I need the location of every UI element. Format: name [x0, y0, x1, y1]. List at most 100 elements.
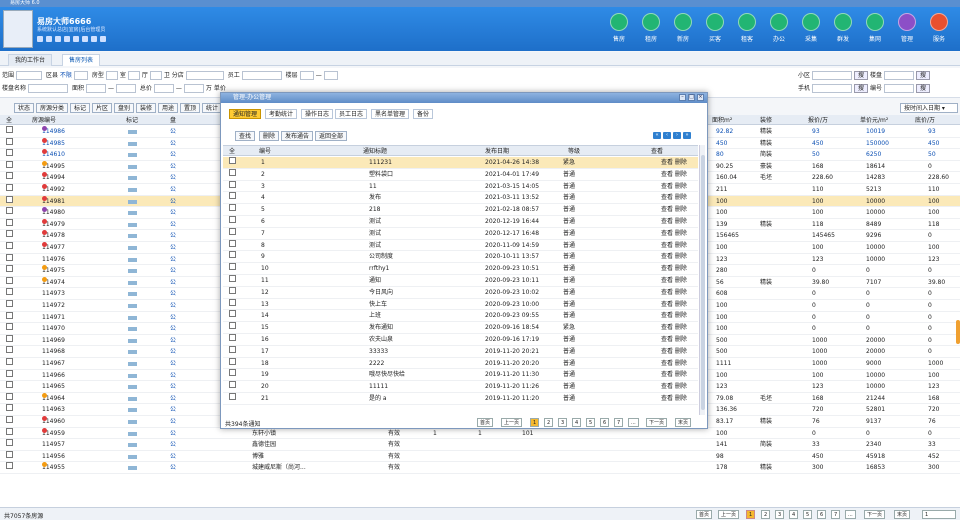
notice-checkbox[interactable]	[229, 369, 236, 377]
floor-max[interactable]	[323, 71, 338, 80]
row-checkbox[interactable]	[6, 184, 13, 191]
notice-checkbox[interactable]	[229, 263, 236, 271]
minimize-icon[interactable]: –	[679, 94, 686, 101]
notice-checkbox[interactable]	[229, 357, 236, 365]
price-min[interactable]	[153, 84, 174, 93]
row-checkbox[interactable]	[6, 265, 13, 273]
user-tool-icon[interactable]	[73, 36, 79, 42]
dialog-pager-button[interactable]: 6	[600, 418, 610, 427]
toolbar-button[interactable]: 房源分类	[36, 103, 69, 113]
notice-row[interactable]: 18 2222 2019-11-20 20:20 普通 查看 删除	[223, 357, 698, 370]
dialog-tab[interactable]: 员工日志	[335, 109, 368, 119]
dialog-pager-button[interactable]: 5	[586, 418, 596, 427]
row-checkbox[interactable]	[6, 195, 13, 203]
row-checkbox[interactable]	[6, 427, 13, 435]
toolbar-button[interactable]: 装修	[136, 103, 157, 113]
pager-button[interactable]: 1	[746, 510, 756, 519]
notice-row[interactable]: 16 农夫山泉 2020-09-16 17:19 普通 查看 删除	[223, 334, 698, 346]
nav-service[interactable]: 服务	[924, 11, 954, 43]
listing-id[interactable]: 114955	[42, 462, 65, 473]
user-tool-icon[interactable]	[46, 36, 52, 42]
notice-checkbox[interactable]	[229, 168, 236, 176]
nav-office[interactable]: 办公	[764, 11, 794, 43]
listing-id[interactable]: 114971	[42, 312, 65, 323]
user-tool-icon[interactable]	[55, 36, 61, 42]
listing-id[interactable]: 114972	[42, 300, 65, 311]
notice-actions[interactable]: 查看 删除	[661, 358, 687, 369]
toolbar-button[interactable]: 标记	[70, 103, 91, 113]
room-input[interactable]	[105, 71, 118, 80]
notice-actions[interactable]: 查看 删除	[661, 216, 687, 227]
row-checkbox[interactable]	[6, 404, 13, 412]
row-checkbox[interactable]	[6, 137, 13, 145]
table-row[interactable]: 114957 公 141 简装 33 2340 33	[0, 439, 960, 451]
toolbar-button[interactable]: 置顶	[180, 103, 201, 113]
notice-row[interactable]: 12 今日风向 2020-09-23 10:02 普通 查看 删除	[223, 286, 698, 299]
grid-column-header[interactable]: 装修	[760, 115, 772, 126]
nav-tenant[interactable]: 租客	[732, 11, 762, 43]
row-checkbox[interactable]	[6, 253, 13, 261]
scope-input[interactable]	[16, 71, 43, 80]
notice-actions[interactable]: 查看 删除	[661, 263, 687, 274]
notice-actions[interactable]: 查看 删除	[661, 287, 687, 298]
listing-id[interactable]: 114976	[42, 254, 65, 265]
notice-checkbox[interactable]	[229, 310, 236, 318]
listing-id[interactable]: 114966	[42, 370, 65, 381]
sort-select[interactable]: 按时间入日期 ▾	[900, 103, 958, 113]
notice-checkbox[interactable]	[229, 227, 236, 235]
pager-button[interactable]: 下一页	[864, 510, 886, 519]
notice-actions[interactable]: 查看 删除	[661, 393, 687, 404]
toolbar-button[interactable]: 盘别	[114, 103, 135, 113]
notice-row[interactable]: 21 是的 a 2019-11-20 11:20 普通 查看 删除	[223, 393, 698, 405]
dialog-pager-button[interactable]: 4	[572, 418, 582, 427]
notice-row[interactable]: 7 测试 2020-12-17 16:48 普通 查看 删除	[223, 227, 698, 240]
user-tool-icon[interactable]	[100, 36, 106, 42]
dialog-pager-button[interactable]: 首页	[477, 418, 494, 427]
row-checkbox[interactable]	[6, 149, 13, 157]
notice-checkbox[interactable]	[229, 393, 236, 400]
notice-checkbox[interactable]	[229, 204, 236, 212]
listing-id[interactable]: 114973	[42, 288, 65, 299]
dialog-tab[interactable]: 通知管理	[229, 109, 262, 119]
grid-column-header[interactable]: 底价/万	[915, 115, 935, 126]
row-checkbox[interactable]	[6, 242, 13, 249]
first-page-icon[interactable]: «	[653, 132, 661, 139]
pager-button[interactable]: 6	[817, 510, 827, 519]
toolbar-button[interactable]: 状态	[14, 103, 35, 113]
listing-id[interactable]: 114980	[42, 207, 65, 218]
code-search-button[interactable]: 搜	[915, 84, 930, 93]
last-page-icon[interactable]: »	[683, 132, 691, 139]
listing-id[interactable]: 114975	[42, 265, 65, 276]
pager-button[interactable]: 3	[775, 510, 785, 519]
notice-column-header[interactable]: 通知标题	[363, 146, 387, 157]
toolbar-button[interactable]: 统计	[202, 103, 223, 113]
tab-workbench[interactable]: 我的工作台	[8, 54, 53, 66]
pager-button[interactable]: 首页	[696, 510, 713, 519]
dialog-pager-button[interactable]: 2	[544, 418, 554, 427]
notice-checkbox[interactable]	[229, 239, 236, 247]
listing-id[interactable]: 114977	[42, 242, 65, 253]
dialog-pager-button[interactable]: 上一页	[501, 418, 523, 427]
notice-checkbox[interactable]	[229, 286, 236, 294]
pager-button[interactable]: ...	[845, 510, 856, 519]
dialog-tab[interactable]: 备份	[413, 109, 434, 119]
notice-row[interactable]: 15 发布通知 2020-09-16 18:54 紧急 查看 删除	[223, 322, 698, 334]
floor-min[interactable]	[299, 71, 314, 80]
notice-actions[interactable]: 查看 删除	[661, 346, 687, 357]
listing-id[interactable]: 114978	[42, 230, 65, 241]
notice-checkbox[interactable]	[229, 381, 236, 389]
notice-row[interactable]: 10 rrfthy1 2020-09-23 10:51 普通 查看 删除	[223, 263, 698, 275]
listing-id[interactable]: 114967	[42, 358, 65, 369]
user-tool-icon[interactable]	[91, 36, 97, 42]
notice-actions[interactable]: 查看 删除	[661, 169, 687, 180]
row-checkbox[interactable]	[6, 346, 13, 354]
row-checkbox[interactable]	[6, 218, 13, 226]
notice-row[interactable]: 5 218 2021-02-18 08:57 普通 查看 删除	[223, 204, 698, 216]
notice-actions[interactable]: 查看 删除	[661, 228, 687, 239]
dialog-pager-button[interactable]: ...	[628, 418, 639, 427]
close-icon[interactable]: ×	[697, 94, 704, 101]
dialog-tab[interactable]: 考勤统计	[265, 109, 298, 119]
dialog-tool-button[interactable]: 查找	[235, 131, 256, 141]
notice-row[interactable]: 9 公司制度 2020-10-11 13:57 普通 查看 删除	[223, 251, 698, 264]
dialog-tool-button[interactable]: 发布通告	[281, 131, 314, 141]
